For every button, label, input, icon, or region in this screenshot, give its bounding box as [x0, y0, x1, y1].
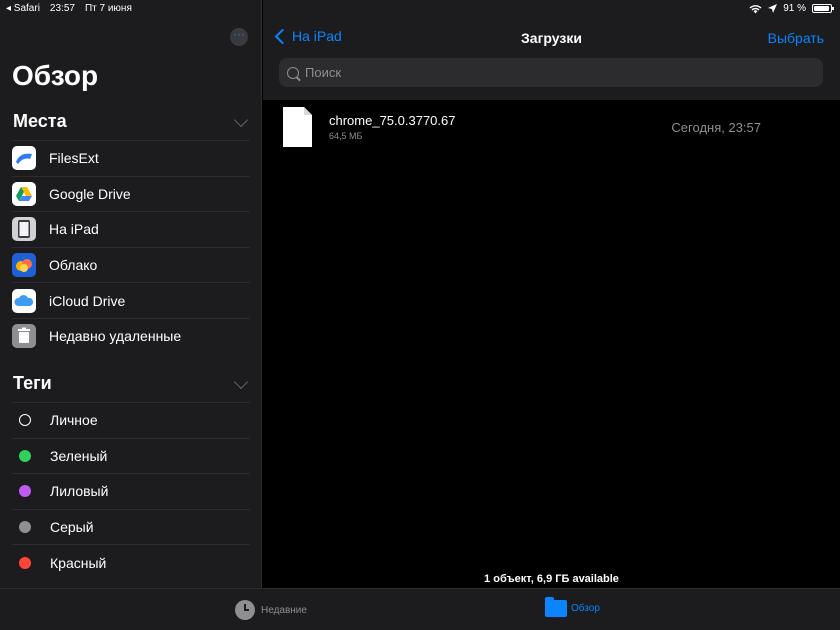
document-icon: [283, 107, 312, 147]
ipad-icon: [12, 217, 36, 242]
status-date: Пт 7 июня: [84, 3, 132, 14]
sidebar-item-label: Недавно удаленные: [49, 328, 182, 345]
search-input[interactable]: [305, 65, 805, 80]
tag-color-dot-icon: [19, 521, 31, 534]
sidebar-item-ipad[interactable]: На iPad: [12, 211, 250, 247]
google-drive-icon: [12, 181, 36, 206]
tab-browse-label: Обзор: [571, 603, 600, 614]
icloud-icon: [12, 288, 36, 313]
sidebar: ··· Обзор Места FilesExt Google Drive На i…: [0, 0, 262, 588]
sidebar-item-icloud[interactable]: iCloud Drive: [12, 282, 250, 318]
tag-item[interactable]: Серый: [12, 508, 250, 545]
status-bar: ◂ Safari 23:57 Пт 7 июня 91 %: [0, 0, 840, 18]
more-options-button[interactable]: ···: [230, 28, 248, 46]
sidebar-item-google-drive[interactable]: Google Drive: [12, 175, 250, 212]
file-item[interactable]: chrome_75.0.3770.67 64,5 МБ Сегодня, 23:…: [283, 106, 823, 148]
sidebar-item-label: FilesExt: [49, 150, 99, 167]
tag-label: Серый: [50, 519, 94, 536]
tab-recent[interactable]: Недавние: [235, 600, 307, 620]
tag-color-dot-icon: [19, 556, 31, 569]
storage-summary: 1 объект, 6,9 ГБ available: [484, 573, 619, 585]
file-name: chrome_75.0.3770.67: [329, 113, 456, 128]
cloud-icon: [12, 253, 36, 278]
places-list: FilesExt Google Drive На iPad Облако iCloud …: [12, 140, 250, 354]
places-header[interactable]: Места: [13, 111, 67, 132]
tag-label: Зеленый: [50, 447, 108, 464]
page-title: Загрузки: [521, 30, 582, 46]
tag-label: Красный: [50, 554, 107, 571]
sidebar-title: Обзор: [12, 60, 99, 91]
tag-item[interactable]: Личное: [12, 402, 250, 438]
tag-item[interactable]: Красный: [12, 544, 250, 580]
sidebar-item-filesext[interactable]: FilesExt: [12, 140, 250, 176]
wifi-icon: [749, 4, 762, 13]
clock-icon: [235, 600, 255, 620]
tags-header[interactable]: Теги: [13, 373, 52, 394]
search-icon: [287, 66, 299, 79]
back-to-app-link[interactable]: ◂ Safari: [6, 3, 40, 14]
tag-item[interactable]: Лиловый: [12, 473, 250, 509]
tag-label: Личное: [50, 412, 98, 429]
tag-color-dot-icon: [19, 414, 31, 427]
main-panel: На iPad Загрузки Выбрать chrome_75.0.377…: [263, 0, 840, 588]
tags-collapse-chevron-icon[interactable]: [233, 374, 249, 390]
tab-recent-label: Недавние: [261, 604, 307, 616]
battery-percent: 91 %: [783, 3, 806, 14]
sidebar-item-label: iCloud Drive: [49, 292, 126, 309]
status-time: 23:57: [49, 3, 75, 14]
places-collapse-chevron-icon[interactable]: [233, 112, 249, 128]
tag-color-dot-icon: [19, 485, 31, 498]
sidebar-item-label: Облако: [49, 257, 98, 274]
tags-list: Личное Зеленый Лиловый Серый Красный: [12, 402, 250, 580]
battery-fill: [814, 6, 829, 11]
file-size: 64,5 МБ: [329, 131, 363, 141]
tag-color-dot-icon: [19, 449, 31, 462]
tag-item[interactable]: Зеленый: [12, 437, 250, 474]
tag-label: Лиловый: [50, 483, 109, 500]
file-date: Сегодня, 23:57: [671, 120, 761, 135]
sidebar-item-label: Google Drive: [49, 185, 131, 202]
tab-bar: Недавние Обзор: [0, 588, 840, 630]
select-button[interactable]: Выбрать: [768, 30, 824, 46]
tab-browse[interactable]: Обзор: [545, 597, 600, 617]
sidebar-item-trash[interactable]: Недавно удаленные: [12, 317, 250, 354]
trash-icon: [12, 324, 36, 349]
folder-icon: [545, 597, 567, 617]
battery-icon: [812, 4, 834, 13]
sidebar-item-cloud[interactable]: Облако: [12, 246, 250, 283]
sidebar-item-label: На iPad: [49, 221, 99, 238]
location-arrow-icon: [768, 4, 778, 13]
filesext-icon: [12, 146, 36, 171]
search-bar[interactable]: [279, 58, 823, 87]
